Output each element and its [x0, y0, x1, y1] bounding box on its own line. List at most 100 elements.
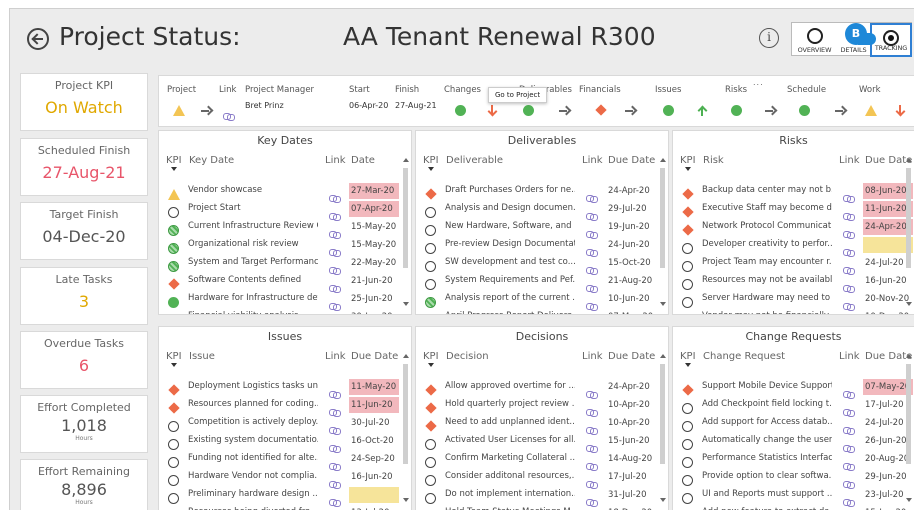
table-row[interactable]: Hardware for Infrastructure def... 25-Jun…: [159, 290, 399, 311]
table-row[interactable]: Financial viability analysis 30-Jun-20: [159, 308, 399, 314]
column-header-deliverable[interactable]: Deliverable: [446, 155, 503, 166]
scroll-thumb[interactable]: [660, 168, 665, 268]
column-header-kpi[interactable]: KPI: [423, 351, 439, 362]
column-header-kpi[interactable]: KPI: [166, 155, 182, 166]
summary-header-project[interactable]: Project: [167, 85, 196, 95]
scroll-up-icon[interactable]: [906, 354, 912, 358]
table-row[interactable]: Hardware Vendor not complia... 16-Jun-20: [159, 468, 399, 489]
scroll-up-icon[interactable]: [403, 158, 409, 162]
table-row[interactable]: Server Hardware may need to ... 20-Nov-20: [673, 290, 913, 311]
view-option-tracking[interactable]: TRACKING: [870, 23, 912, 57]
table-row[interactable]: Add new feature to extract da...15-Jan-2…: [673, 504, 913, 510]
scroll-thumb[interactable]: [906, 168, 911, 268]
column-header-key-date[interactable]: Key Date: [189, 155, 234, 166]
summary-header-risks[interactable]: Risks: [725, 85, 747, 95]
table-row[interactable]: Resources planned for coding... 11-Jun-20: [159, 396, 399, 417]
summary-header-link[interactable]: Link: [219, 85, 236, 95]
scroll-up-icon[interactable]: [660, 158, 666, 162]
summary-header-schedule[interactable]: Schedule: [787, 85, 826, 95]
column-header-issue[interactable]: Issue: [189, 351, 215, 362]
scroll-up-icon[interactable]: [403, 354, 409, 358]
vertical-scrollbar[interactable]: [905, 158, 912, 306]
column-header-kpi[interactable]: KPI: [680, 155, 696, 166]
table-row[interactable]: Analysis and Design documen... 29-Jul-20: [416, 200, 656, 221]
table-row[interactable]: Vendor may not be financially ... 10-Dec-…: [673, 308, 913, 314]
summary-header-start[interactable]: Start: [349, 85, 370, 95]
vertical-scrollbar[interactable]: [659, 354, 666, 502]
back-arrow-icon[interactable]: [27, 28, 49, 50]
scroll-thumb[interactable]: [660, 364, 665, 464]
column-header-change-request[interactable]: Change Request: [703, 351, 785, 362]
table-row[interactable]: Deployment Logistics tasks un... 11-May-2…: [159, 378, 399, 399]
table-row[interactable]: SW development and test co... 15-Oct-20: [416, 254, 656, 275]
scroll-down-icon[interactable]: [906, 498, 912, 502]
table-row[interactable]: Preliminary hardware design ...: [159, 486, 399, 507]
table-row[interactable]: Hold quarterly project review ... 10-Apr-…: [416, 396, 656, 417]
table-row[interactable]: Activated User Licenses for all... 15-Jun…: [416, 432, 656, 453]
table-row[interactable]: Developer creativity to perfor...: [673, 236, 913, 257]
column-header-link[interactable]: Link: [582, 351, 602, 362]
info-icon[interactable]: i: [759, 28, 779, 48]
table-row[interactable]: Executive Staff may become di... 11-Jun-2…: [673, 200, 913, 221]
table-row[interactable]: April Progress Report Delivere... 07-May-…: [416, 308, 656, 314]
vertical-scrollbar[interactable]: [905, 354, 912, 502]
table-row[interactable]: New Hardware, Software, and ... 19-Jun-20: [416, 218, 656, 239]
scroll-down-icon[interactable]: [660, 302, 666, 306]
row-link[interactable]: [329, 312, 339, 314]
table-row[interactable]: System Requirements and Pef... 21-Aug-20: [416, 272, 656, 293]
column-header-link[interactable]: Link: [582, 155, 602, 166]
column-header-decision[interactable]: Decision: [446, 351, 489, 362]
table-row[interactable]: UI and Reports must support ... 23-Jul-20: [673, 486, 913, 507]
table-row[interactable]: Hold Team Status Meetings M...18-Dec-20: [416, 504, 656, 510]
table-row[interactable]: Automatically change the user... 26-Jun-2…: [673, 432, 913, 453]
table-row[interactable]: Organizational risk review 15-May-20: [159, 236, 399, 257]
column-header-link[interactable]: Link: [839, 155, 859, 166]
column-header-link[interactable]: Link: [325, 155, 345, 166]
table-row[interactable]: Add support for Access datab... 24-Jul-20: [673, 414, 913, 435]
table-row[interactable]: Software Contents defined 21-Jun-20: [159, 272, 399, 293]
scroll-down-icon[interactable]: [660, 498, 666, 502]
scroll-down-icon[interactable]: [906, 302, 912, 306]
table-row[interactable]: Analysis report of the current ... 10-Jun…: [416, 290, 656, 311]
table-row[interactable]: Resources being diverted fro...13-Jul-20: [159, 504, 399, 510]
scroll-thumb[interactable]: [403, 168, 408, 268]
table-row[interactable]: Add Checkpoint field locking t... 17-Jul-…: [673, 396, 913, 417]
scroll-thumb[interactable]: [403, 364, 408, 464]
scroll-down-icon[interactable]: [403, 498, 409, 502]
scroll-up-icon[interactable]: [660, 354, 666, 358]
table-row[interactable]: Draft Purchases Orders for ne... 24-Apr-2…: [416, 182, 656, 203]
table-row[interactable]: Support Mobile Device Support 07-May-20: [673, 378, 913, 399]
table-row[interactable]: Performance Statistics Interface 20-Aug-2…: [673, 450, 913, 471]
summary-header-project-manager[interactable]: Project Manager: [245, 85, 314, 95]
table-row[interactable]: Project Team may encounter r... 24-Jul-20: [673, 254, 913, 275]
vertical-scrollbar[interactable]: [402, 354, 409, 502]
user-badge[interactable]: B: [845, 23, 867, 45]
scroll-down-icon[interactable]: [403, 302, 409, 306]
table-row[interactable]: Provide option to clear softwa... 29-Jun-…: [673, 468, 913, 489]
table-row[interactable]: Do not implement internation... 31-Jul-20: [416, 486, 656, 507]
table-row[interactable]: Backup data center may not b... 08-Jun-20: [673, 182, 913, 203]
table-row[interactable]: System and Target Performanc... 22-May-20: [159, 254, 399, 275]
table-row[interactable]: Resources may not be availabl... 16-Jun-2…: [673, 272, 913, 293]
column-header-kpi[interactable]: KPI: [166, 351, 182, 362]
summary-header-financials[interactable]: Financials: [579, 85, 621, 95]
row-link[interactable]: [586, 312, 596, 314]
table-row[interactable]: Vendor showcase 27-Mar-20: [159, 182, 399, 203]
table-row[interactable]: Pre-review Design Documentati... 24-Jun-2…: [416, 236, 656, 257]
table-row[interactable]: Project Start 07-Apr-20: [159, 200, 399, 221]
table-row[interactable]: Network Protocol Communicat... 24-Apr-20: [673, 218, 913, 239]
column-header-link[interactable]: Link: [325, 351, 345, 362]
more-options-icon[interactable]: ...: [753, 78, 764, 87]
table-row[interactable]: Existing system documentatio... 16-Oct-20: [159, 432, 399, 453]
table-row[interactable]: Competition is actively deploy... 30-Jul-…: [159, 414, 399, 435]
summary-header-issues[interactable]: Issues: [655, 85, 681, 95]
column-header-kpi[interactable]: KPI: [680, 351, 696, 362]
view-option-overview[interactable]: OVERVIEW: [792, 23, 837, 57]
column-header-risk[interactable]: Risk: [703, 155, 724, 166]
column-header-due-date[interactable]: Due Date: [608, 351, 655, 362]
scroll-up-icon[interactable]: [906, 158, 912, 162]
column-header-due-date[interactable]: Due Date: [608, 155, 655, 166]
table-row[interactable]: Need to add unplanned ident... 10-Apr-20: [416, 414, 656, 435]
link-icon[interactable]: [223, 113, 235, 121]
column-header-kpi[interactable]: KPI: [423, 155, 439, 166]
